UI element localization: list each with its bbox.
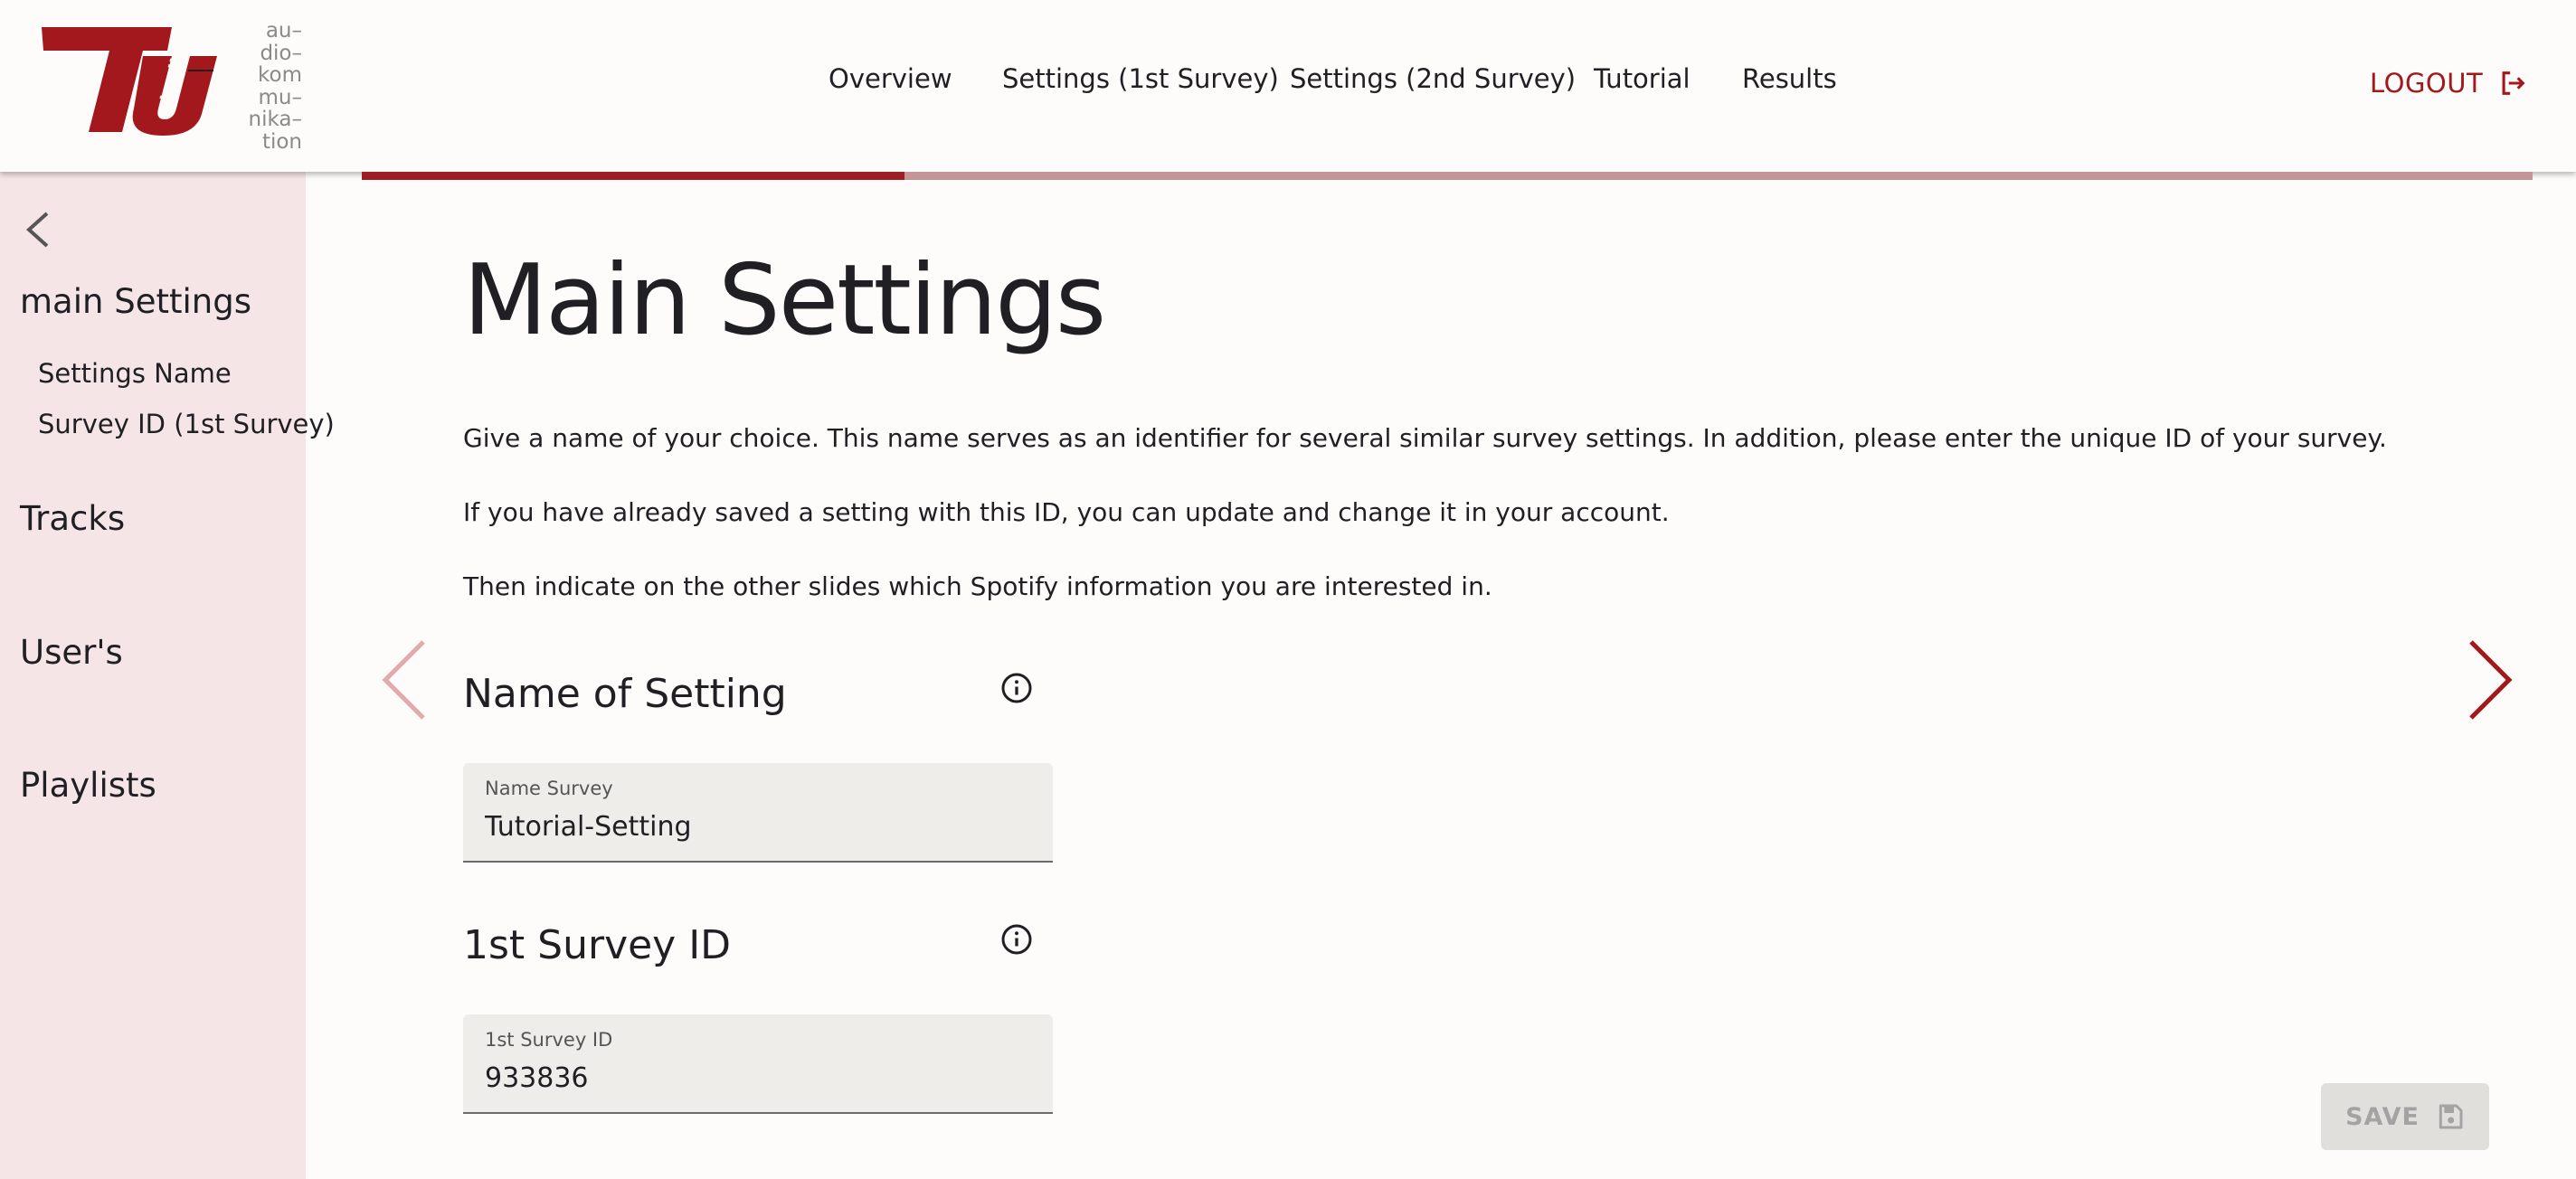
progress-fill xyxy=(362,172,904,180)
sidebar-item-tracks[interactable]: Tracks xyxy=(20,499,125,538)
survey-id-heading: 1st Survey ID xyxy=(463,922,732,968)
info-icon[interactable] xyxy=(1000,923,1033,956)
info-icon[interactable] xyxy=(1000,672,1033,704)
sidebar: main Settings Settings Name Survey ID (1… xyxy=(0,172,335,1179)
name-survey-input[interactable] xyxy=(485,808,1028,844)
sidebar-item-main-settings[interactable]: main Settings xyxy=(20,282,251,321)
intro-paragraph-2: If you have already saved a setting with… xyxy=(463,497,1670,527)
survey-id-input[interactable] xyxy=(485,1060,1028,1096)
chevron-left-icon[interactable] xyxy=(22,210,54,250)
name-survey-label: Name Survey xyxy=(485,778,613,799)
nav-settings-1st-survey[interactable]: Settings (1st Survey) xyxy=(1002,63,1279,94)
next-slide-chevron-icon[interactable] xyxy=(2466,638,2516,722)
nav-tutorial[interactable]: Tutorial xyxy=(1594,63,1690,94)
intro-paragraph-3: Then indicate on the other slides which … xyxy=(463,571,1492,601)
name-survey-field[interactable]: Name Survey xyxy=(463,763,1053,863)
logo-wordmark: au– dio– kom mu– nika– tion xyxy=(248,19,302,154)
intro-paragraph-1: Give a name of your choice. This name se… xyxy=(463,423,2387,453)
floppy-disk-icon xyxy=(2439,1104,2463,1129)
sidebar-item-playlists[interactable]: Playlists xyxy=(20,766,156,805)
save-button[interactable]: SAVE xyxy=(2321,1083,2489,1150)
survey-id-field[interactable]: 1st Survey ID xyxy=(463,1014,1053,1114)
survey-id-label: 1st Survey ID xyxy=(485,1029,613,1051)
nav-overview[interactable]: Overview xyxy=(829,63,952,94)
sidebar-subitem-survey-id[interactable]: Survey ID (1st Survey) xyxy=(38,409,335,439)
top-header: berlin au– dio– kom mu– nika– tion Overv… xyxy=(0,0,2576,172)
prev-slide-chevron-icon[interactable] xyxy=(378,638,429,722)
logout-button[interactable]: LOGOUT xyxy=(2370,65,2528,101)
logout-icon xyxy=(2502,71,2525,95)
logout-label: LOGOUT xyxy=(2370,68,2484,99)
sidebar-subitem-settings-name[interactable]: Settings Name xyxy=(38,358,232,389)
page-title: Main Settings xyxy=(463,244,1106,357)
nav-results[interactable]: Results xyxy=(1742,63,1837,94)
sidebar-item-users[interactable]: User's xyxy=(20,633,123,672)
save-label: SAVE xyxy=(2345,1102,2420,1131)
nav-settings-2nd-survey[interactable]: Settings (2nd Survey) xyxy=(1290,63,1576,94)
name-of-setting-heading: Name of Setting xyxy=(463,671,787,717)
